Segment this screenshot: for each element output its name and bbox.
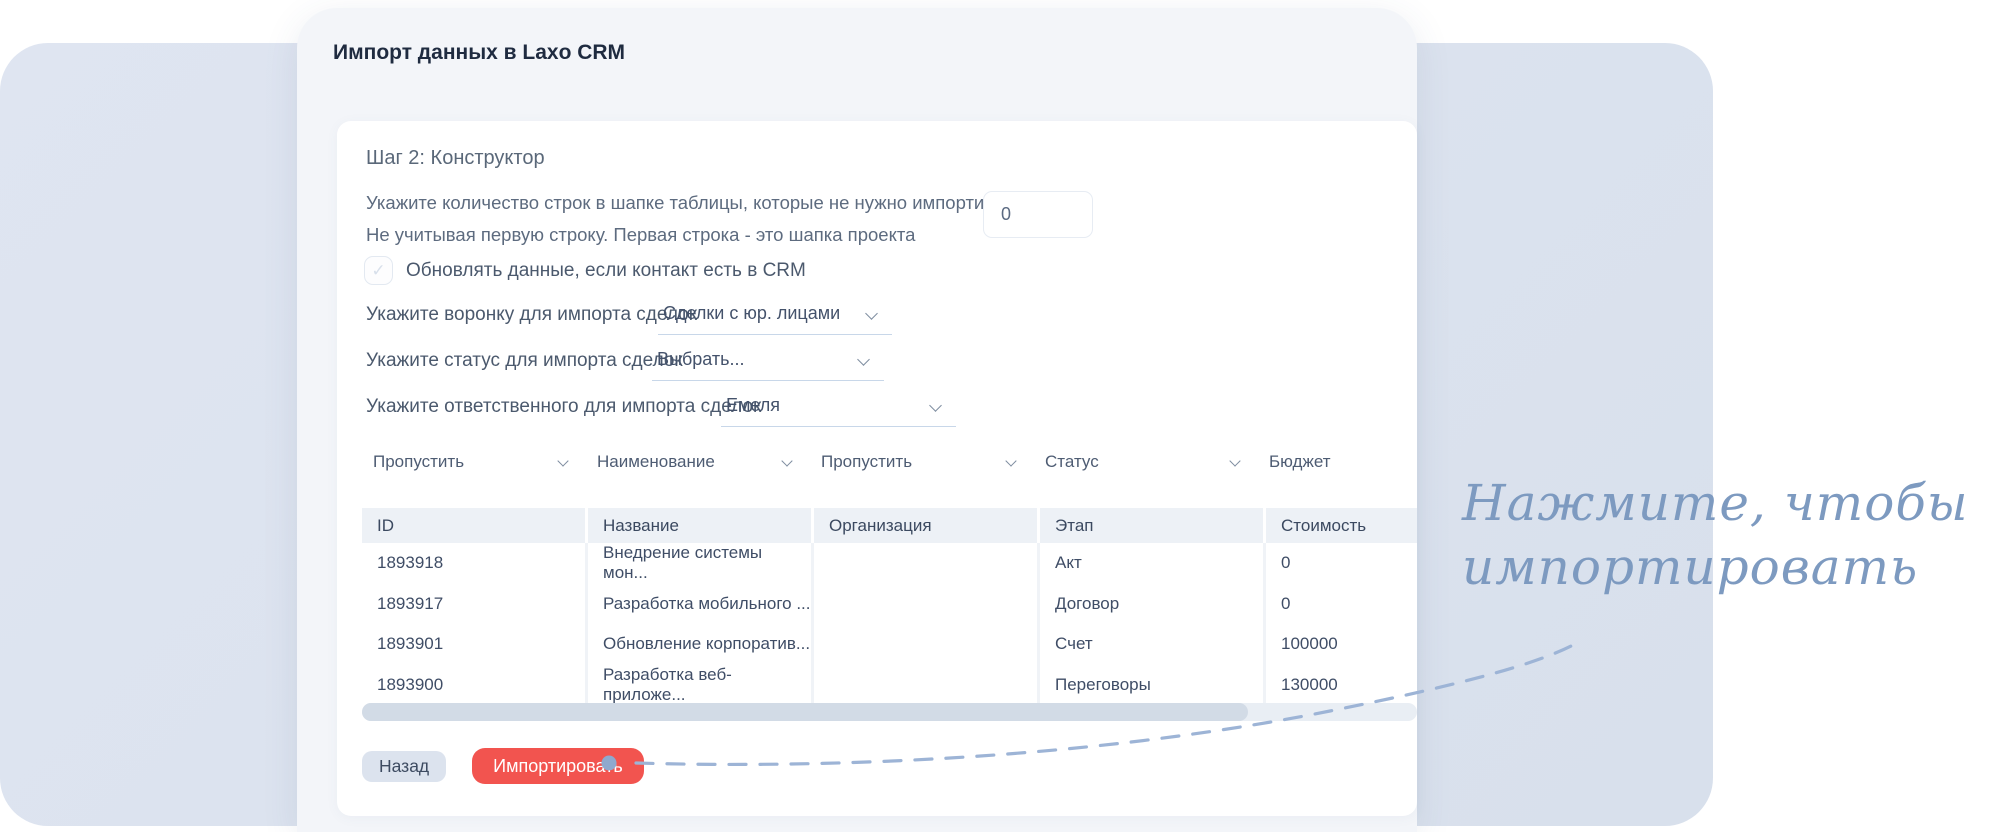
cell-organization — [814, 543, 1040, 584]
chevron-down-icon — [781, 455, 793, 467]
owner-select-label: Укажите ответственного для импорта сдело… — [366, 396, 762, 417]
owner-select-value: Емеля — [726, 395, 781, 415]
status-select[interactable]: Выбрать... — [652, 347, 884, 381]
header-rows-hint: Укажите количество строк в шапке таблицы… — [366, 187, 1042, 250]
update-checkbox[interactable]: ✓ — [364, 256, 393, 285]
cell-name: Разработка веб-приложе... — [588, 664, 814, 705]
status-select-value: Выбрать... — [657, 349, 745, 369]
update-contacts-row: ✓ Обновлять данные, если контакт есть в … — [364, 256, 806, 285]
cell-name: Разработка мобильного ... — [588, 583, 814, 624]
cell-stage: Переговоры — [1040, 664, 1266, 705]
funnel-select-value: Сделки с юр. лицами — [663, 303, 841, 323]
mapping-select-3[interactable]: Пропустить — [812, 452, 1036, 476]
table-row: 1893918 Внедрение системы мон... Акт 0 — [362, 543, 1417, 584]
status-select-row: Укажите статус для импорта сделок — [366, 347, 683, 372]
cell-cost: 0 — [1266, 583, 1417, 624]
mapping-select-2-value: Наименование — [597, 452, 715, 471]
table-row: 1893917 Разработка мобильного ... Догово… — [362, 583, 1417, 624]
cell-cost: 130000 — [1266, 664, 1417, 705]
cell-name: Обновление корпоратив... — [588, 624, 814, 665]
chevron-down-icon — [929, 399, 942, 412]
table-row: 1893900 Разработка веб-приложе... Перего… — [362, 664, 1417, 705]
owner-select-row: Укажите ответственного для импорта сдело… — [366, 393, 761, 418]
annotation-line-2: импортировать — [1462, 538, 1919, 596]
chevron-down-icon — [1229, 455, 1241, 467]
funnel-select[interactable]: Сделки с юр. лицами — [658, 301, 892, 335]
cell-id: 1893918 — [362, 543, 588, 584]
check-icon: ✓ — [371, 261, 386, 280]
cell-cost: 100000 — [1266, 624, 1417, 665]
cell-stage: Счет — [1040, 624, 1266, 665]
mapping-select-1-value: Пропустить — [373, 452, 465, 471]
table-row: 1893901 Обновление корпоратив... Счет 10… — [362, 624, 1417, 665]
cell-organization — [814, 664, 1040, 705]
mapping-select-4[interactable]: Статус — [1036, 452, 1260, 476]
mapping-select-1[interactable]: Пропустить — [364, 452, 588, 476]
modal-title: Импорт данных в Laxo CRM — [333, 41, 626, 64]
horizontal-scrollbar[interactable] — [362, 703, 1417, 721]
funnel-select-label: Укажите воронку для импорта сделок — [366, 304, 698, 325]
step-title: Шаг 2: Конструктор — [366, 147, 545, 169]
annotation-line-1: Нажмите, чтобы — [1462, 474, 1969, 532]
column-header-name: Название — [588, 508, 814, 543]
chevron-down-icon — [557, 455, 569, 467]
header-rows-input[interactable] — [983, 191, 1093, 238]
scrollbar-thumb[interactable] — [362, 703, 1248, 721]
mapping-select-3-value: Пропустить — [821, 452, 913, 471]
action-buttons: Назад Импортировать — [362, 748, 644, 784]
funnel-select-row: Укажите воронку для импорта сделок — [366, 301, 697, 326]
column-header-organization: Организация — [814, 508, 1040, 543]
table-header-row: ID Название Организация Этап Стоимость — [362, 508, 1417, 543]
cell-id: 1893900 — [362, 664, 588, 705]
import-modal: Импорт данных в Laxo CRM Шаг 2: Конструк… — [297, 8, 1417, 832]
chevron-down-icon — [865, 307, 878, 320]
preview-table: ID Название Организация Этап Стоимость 1… — [362, 508, 1417, 705]
mapping-select-2[interactable]: Наименование — [588, 452, 812, 476]
update-checkbox-label: Обновлять данные, если контакт есть в CR… — [406, 259, 806, 281]
handwritten-annotation: Нажмите, чтобы импортировать — [1462, 471, 2002, 599]
hint-line-1: Укажите количество строк в шапке таблицы… — [366, 192, 1043, 213]
chevron-down-icon — [857, 353, 870, 366]
cell-stage: Договор — [1040, 583, 1266, 624]
cell-organization — [814, 624, 1040, 665]
screen: Импорт данных в Laxo CRM Шаг 2: Конструк… — [0, 0, 2002, 832]
cell-cost: 0 — [1266, 543, 1417, 584]
column-mapping-row: Пропустить Наименование Пропустить Стату… — [364, 452, 1417, 476]
owner-select[interactable]: Емеля — [721, 393, 956, 427]
mapping-select-5-value: Бюджет — [1269, 452, 1331, 471]
mapping-select-4-value: Статус — [1045, 452, 1099, 471]
hint-line-2: Не учитывая первую строку. Первая строка… — [366, 223, 916, 245]
cell-id: 1893917 — [362, 583, 588, 624]
column-header-stage: Этап — [1040, 508, 1266, 543]
back-button[interactable]: Назад — [362, 750, 447, 782]
status-select-label: Укажите статус для импорта сделок — [366, 350, 683, 371]
import-button[interactable]: Импортировать — [472, 748, 644, 784]
cell-name: Внедрение системы мон... — [588, 543, 814, 584]
column-header-cost: Стоимость — [1266, 508, 1417, 543]
column-header-id: ID — [362, 508, 588, 543]
cell-id: 1893901 — [362, 624, 588, 665]
cell-organization — [814, 583, 1040, 624]
chevron-down-icon — [1005, 455, 1017, 467]
constructor-card: Шаг 2: Конструктор Укажите количество ст… — [337, 121, 1417, 816]
cell-stage: Акт — [1040, 543, 1266, 584]
mapping-select-5[interactable]: Бюджет — [1260, 452, 1417, 476]
